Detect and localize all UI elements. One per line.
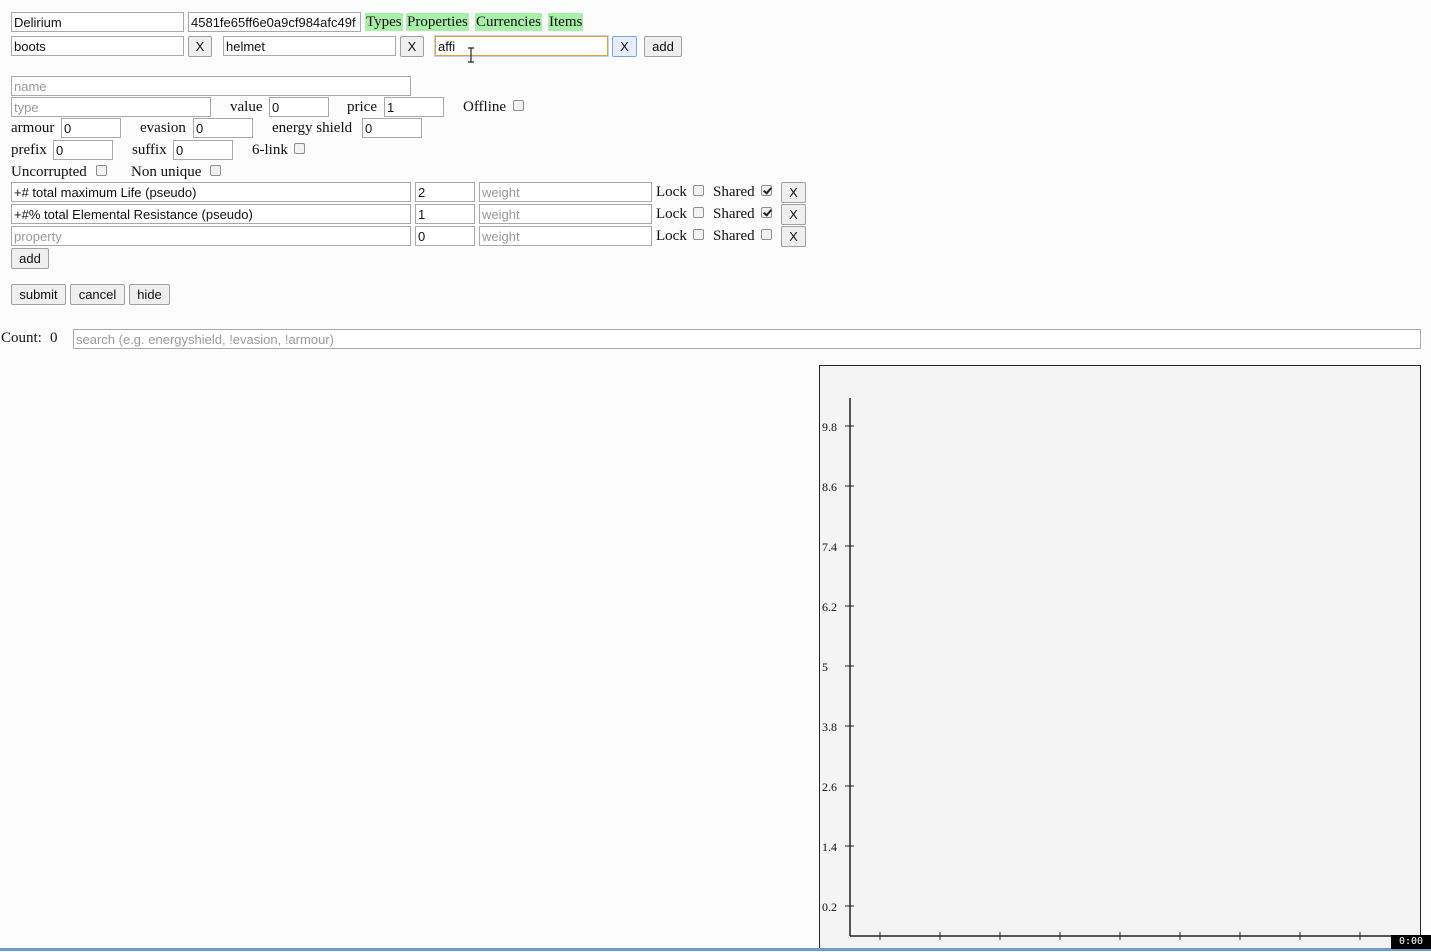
armour-input[interactable] [61, 118, 121, 138]
non-unique-label: Non unique [131, 164, 202, 180]
hide-button[interactable]: hide [129, 284, 170, 305]
count-value: 0 [50, 330, 58, 346]
y-tick-label: 6.2 [822, 600, 837, 614]
shared-label: Shared [713, 228, 755, 244]
prefix-label: prefix [11, 142, 47, 158]
energy-shield-label: energy shield [272, 120, 353, 136]
lock-checkbox[interactable] [693, 185, 704, 196]
shared-checkbox[interactable] [761, 229, 772, 240]
property-weight-input[interactable] [479, 204, 652, 224]
lock-label: Lock [656, 184, 687, 200]
count-label: Count: [1, 330, 42, 346]
six-link-checkbox[interactable] [294, 143, 305, 154]
property-weight-value-input[interactable] [415, 182, 475, 202]
scrollbar[interactable] [1422, 0, 1431, 951]
uncorrupted-label: Uncorrupted [11, 164, 87, 180]
armour-label: armour [11, 120, 55, 136]
submit-button[interactable]: submit [11, 284, 66, 305]
chart-plot: 9.8 8.6 7.4 6.2 5 3.8 2.6 1.4 0.2 [822, 398, 1422, 940]
property-remove-button[interactable]: X [781, 182, 806, 203]
add-property-button[interactable]: add [11, 248, 49, 269]
league-name-input[interactable] [11, 12, 184, 32]
suffix-input[interactable] [173, 140, 233, 160]
y-tick-label: 8.6 [822, 480, 837, 494]
nav-link-types[interactable]: Types [365, 13, 403, 31]
y-tick-label: 7.4 [822, 540, 837, 554]
y-tick-label: 9.8 [822, 420, 837, 434]
y-tick-label: 2.6 [822, 780, 837, 794]
nav-link-currencies[interactable]: Currencies [475, 13, 542, 31]
item-type-input[interactable] [11, 97, 211, 117]
y-tick-label: 0.2 [822, 900, 837, 914]
price-label: price [347, 99, 377, 115]
filter-remove-button[interactable]: X [612, 36, 637, 57]
property-weight-value-input[interactable] [415, 226, 475, 246]
filter-input-active[interactable] [435, 36, 608, 56]
session-id-input[interactable] [188, 12, 361, 32]
property-weight-value-input[interactable] [415, 204, 475, 224]
item-name-input[interactable] [11, 76, 411, 96]
suffix-label: suffix [132, 142, 167, 158]
filter-remove-button[interactable]: X [400, 36, 424, 57]
results-search-input[interactable] [73, 329, 1421, 349]
non-unique-checkbox[interactable] [210, 165, 221, 176]
property-weight-input[interactable] [479, 226, 652, 246]
y-tick-label: 1.4 [822, 840, 837, 854]
value-label: value [230, 99, 263, 115]
y-tick-label: 3.8 [822, 720, 837, 734]
lock-checkbox[interactable] [693, 207, 704, 218]
price-input[interactable] [384, 97, 444, 117]
shared-checkbox[interactable] [761, 207, 772, 218]
prefix-input[interactable] [53, 140, 113, 160]
six-link-label: 6-link [252, 142, 288, 158]
uncorrupted-checkbox[interactable] [96, 165, 107, 176]
filter-input-boots[interactable] [11, 36, 184, 56]
property-name-input[interactable] [11, 226, 411, 246]
value-input[interactable] [269, 97, 329, 117]
property-remove-button[interactable]: X [781, 204, 806, 225]
property-name-input[interactable] [11, 182, 411, 202]
filter-input-helmet[interactable] [223, 36, 396, 56]
energy-shield-input[interactable] [362, 118, 422, 138]
property-remove-button[interactable]: X [781, 226, 806, 247]
chart-area: 9.8 8.6 7.4 6.2 5 3.8 2.6 1.4 0.2 [819, 365, 1422, 951]
lock-label: Lock [656, 206, 687, 222]
text-cursor-icon [468, 47, 474, 63]
evasion-input[interactable] [193, 118, 253, 138]
shared-label: Shared [713, 206, 755, 222]
filter-add-button[interactable]: add [644, 36, 682, 57]
shared-label: Shared [713, 184, 755, 200]
evasion-label: evasion [140, 120, 186, 136]
lock-checkbox[interactable] [693, 229, 704, 240]
cancel-button[interactable]: cancel [70, 284, 125, 305]
offline-label: Offline [463, 99, 507, 115]
nav-link-properties[interactable]: Properties [406, 13, 469, 31]
recording-timer: 0:00 [1391, 935, 1431, 949]
y-tick-label: 5 [822, 660, 828, 674]
offline-checkbox[interactable] [513, 100, 524, 111]
shared-checkbox[interactable] [761, 185, 772, 196]
nav-link-items[interactable]: Items [548, 13, 584, 31]
filter-remove-button[interactable]: X [188, 36, 212, 57]
property-name-input[interactable] [11, 204, 411, 224]
property-weight-input[interactable] [479, 182, 652, 202]
lock-label: Lock [656, 228, 687, 244]
